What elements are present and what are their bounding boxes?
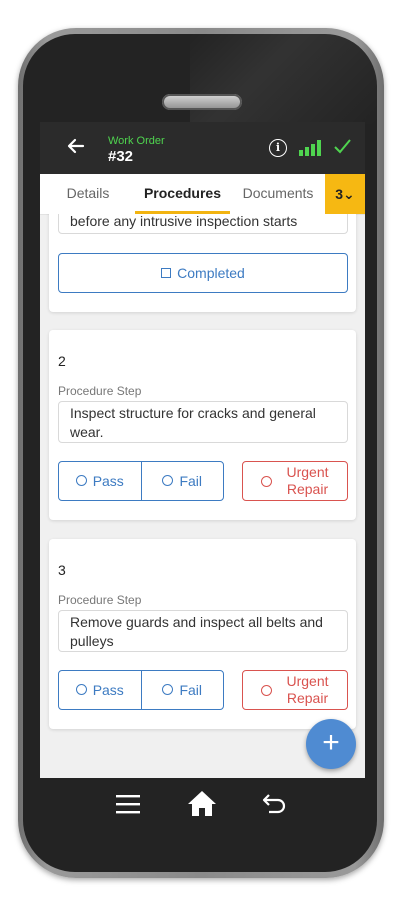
step-label: Procedure Step — [58, 384, 142, 398]
tab-bar: Details Procedures Documents — [40, 174, 365, 215]
urgent-repair-label: Urgent Repair — [286, 673, 328, 707]
pass-label: Pass — [92, 682, 124, 698]
urgent-line-2: Repair — [286, 690, 329, 706]
step-number: 2 — [58, 353, 66, 369]
radio-circle-icon — [75, 684, 87, 695]
return-icon[interactable] — [260, 791, 288, 817]
completed-checkbox-button[interactable]: Completed — [58, 253, 348, 293]
signal-bars-icon — [299, 140, 321, 156]
app-screen: Work Order #32 i Details Procedures Docu… — [40, 122, 365, 778]
radio-circle-icon — [261, 684, 273, 696]
radio-circle-icon — [162, 684, 174, 695]
radio-circle-icon — [75, 475, 87, 486]
back-arrow-icon[interactable] — [64, 136, 88, 160]
hamburger-menu-icon[interactable] — [114, 791, 142, 817]
procedure-step-text: Inspect structure for cracks and general… — [58, 401, 348, 443]
add-button[interactable]: + — [306, 719, 356, 769]
pass-fail-toggle: Pass Fail — [58, 461, 224, 501]
screen-glare — [190, 34, 377, 124]
fail-button[interactable]: Fail — [142, 671, 224, 709]
fail-label: Fail — [179, 473, 203, 489]
urgent-repair-label: Urgent Repair — [286, 464, 328, 498]
step-label: Procedure Step — [58, 593, 142, 607]
procedures-list: before any intrusive inspection starts C… — [40, 214, 365, 778]
radio-circle-icon — [162, 475, 174, 486]
procedure-card: 2 Procedure Step Inspect structure for c… — [49, 330, 356, 520]
urgent-line-1: Urgent — [286, 673, 329, 689]
completed-label: Completed — [177, 265, 245, 281]
urgent-repair-button[interactable]: Urgent Repair — [242, 670, 348, 710]
tab-details[interactable]: Details — [49, 174, 127, 214]
fail-label: Fail — [179, 682, 203, 698]
system-nav-bar — [40, 778, 365, 832]
header-subtitle: Work Order — [108, 135, 165, 147]
pass-button[interactable]: Pass — [59, 671, 142, 709]
pass-fail-toggle: Pass Fail — [58, 670, 224, 710]
tab-overflow-dropdown[interactable]: 3⌄ — [325, 174, 365, 214]
pass-button[interactable]: Pass — [59, 462, 142, 500]
procedure-card: before any intrusive inspection starts C… — [49, 214, 356, 312]
procedure-card: 3 Procedure Step Remove guards and inspe… — [49, 539, 356, 729]
procedure-step-text: before any intrusive inspection starts — [58, 214, 348, 234]
urgent-line-1: Urgent — [286, 464, 329, 480]
phone-speaker — [162, 94, 242, 110]
pass-label: Pass — [92, 473, 124, 489]
tab-procedures[interactable]: Procedures — [135, 174, 230, 214]
step-number: 3 — [58, 562, 66, 578]
app-header: Work Order #32 i — [40, 122, 365, 174]
procedure-step-text: Remove guards and inspect all belts and … — [58, 610, 348, 652]
checkmark-icon[interactable] — [332, 136, 352, 156]
fail-button[interactable]: Fail — [142, 462, 224, 500]
checkbox-square-icon — [161, 268, 172, 278]
home-icon[interactable] — [186, 789, 218, 817]
tab-documents[interactable]: Documents — [236, 174, 320, 214]
urgent-repair-button[interactable]: Urgent Repair — [242, 461, 348, 501]
info-icon[interactable]: i — [269, 139, 287, 157]
urgent-line-2: Repair — [286, 481, 329, 497]
work-order-number: #32 — [108, 148, 134, 165]
radio-circle-icon — [261, 475, 273, 487]
